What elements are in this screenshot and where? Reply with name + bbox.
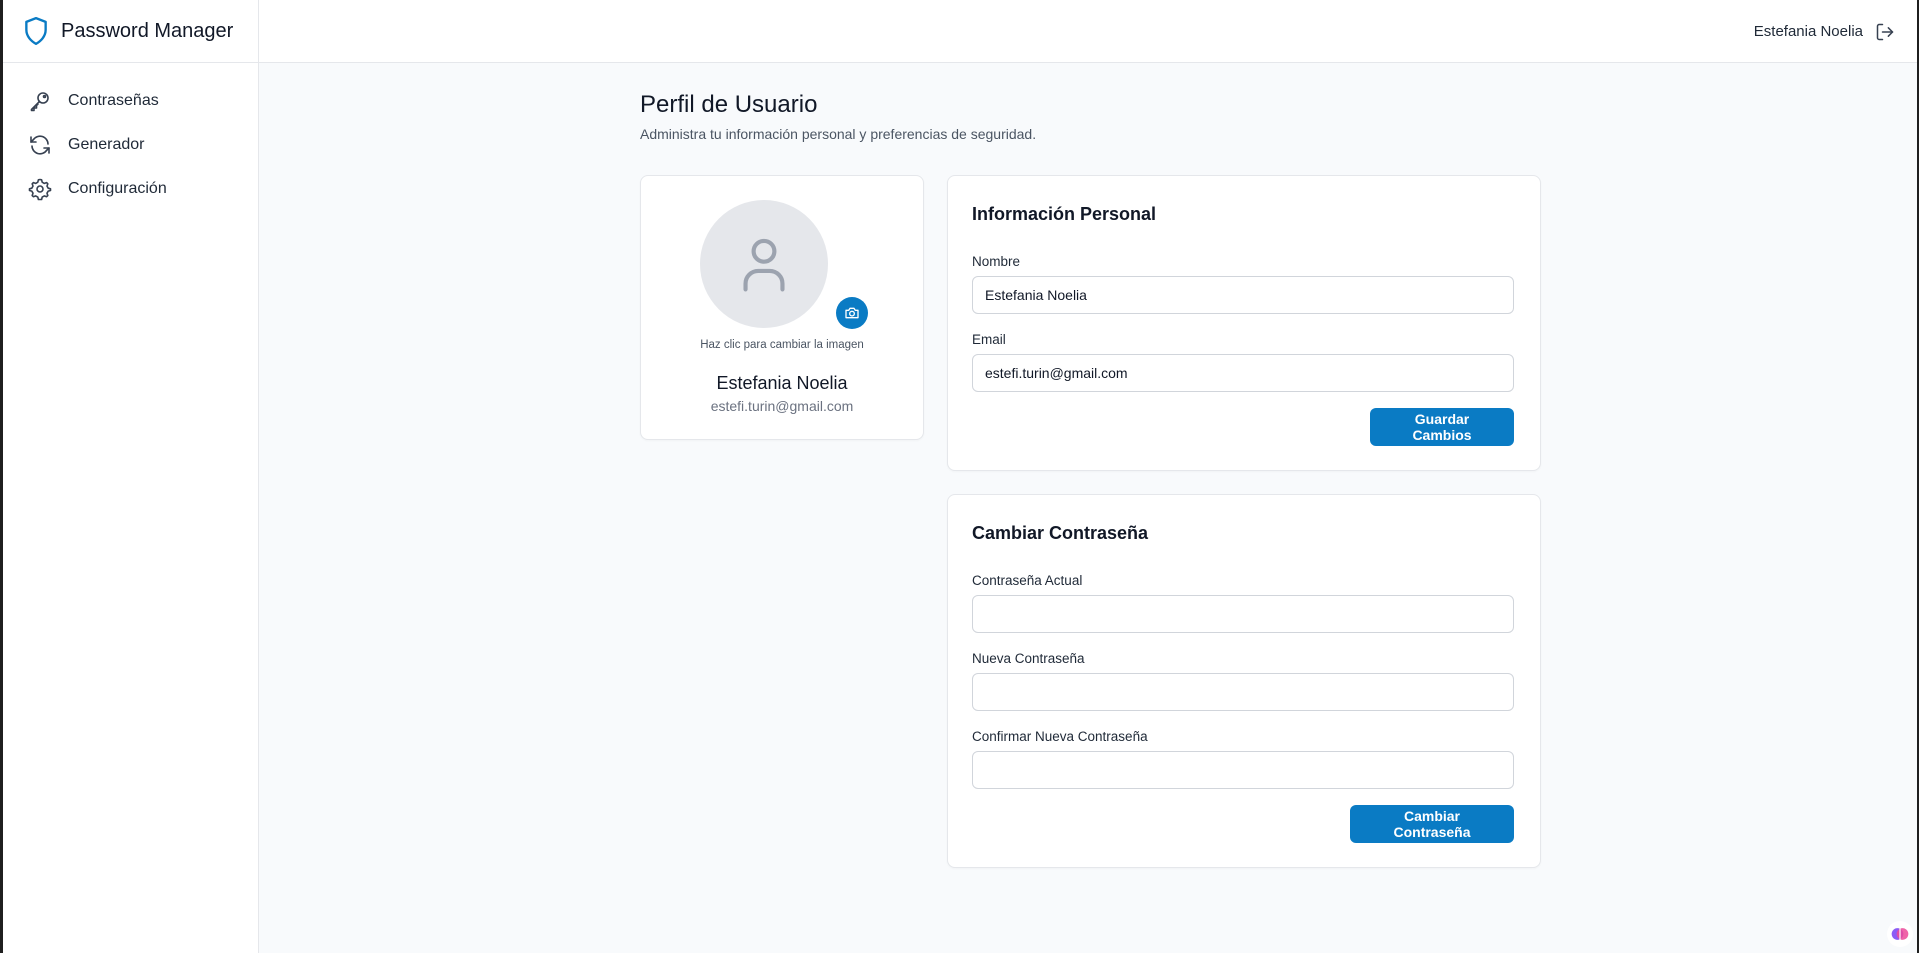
email-label: Email	[972, 332, 1006, 347]
change-avatar-button[interactable]	[836, 297, 868, 329]
current-password-field[interactable]	[972, 595, 1514, 633]
refresh-icon	[28, 133, 52, 157]
user-icon	[743, 238, 785, 292]
name-label: Nombre	[972, 254, 1021, 269]
sidebar: Password Manager Contraseñas Generador C…	[3, 0, 259, 953]
app-title: Password Manager	[61, 19, 234, 42]
confirm-password-field[interactable]	[972, 751, 1514, 789]
change-password-card: Cambiar Contraseña Contraseña Actual Nue…	[947, 494, 1541, 868]
new-password-label: Nueva Contraseña	[972, 651, 1085, 666]
user-name: Estefania Noelia	[1753, 23, 1863, 40]
change-password-button[interactable]: Cambiar Contraseña	[1350, 805, 1514, 843]
avatar-hint: Haz clic para cambiar la imagen	[700, 339, 864, 351]
gear-icon	[28, 177, 52, 201]
save-button[interactable]: Guardar Cambios	[1370, 408, 1514, 446]
logout-icon[interactable]	[1875, 22, 1895, 42]
brain-icon[interactable]	[1887, 921, 1913, 947]
page-subtitle: Administra tu información personal y pre…	[640, 126, 1037, 142]
confirm-password-label: Confirmar Nueva Contraseña	[972, 729, 1148, 744]
shield-icon	[23, 15, 51, 47]
sidebar-item-configuracion[interactable]: Configuración	[3, 167, 258, 211]
profile-email: estefi.turin@gmail.com	[710, 398, 854, 414]
personal-info-card: Información Personal Nombre Email Guarda…	[947, 175, 1541, 471]
sidebar-item-generador[interactable]: Generador	[3, 123, 258, 167]
personal-info-title: Información Personal	[972, 204, 1157, 224]
current-password-label: Contraseña Actual	[972, 573, 1083, 588]
email-field[interactable]	[972, 354, 1514, 392]
topbar: Estefania Noelia	[259, 0, 1917, 63]
avatar[interactable]	[700, 200, 828, 328]
user-menu: Estefania Noelia	[1754, 0, 1895, 63]
profile-card: Haz clic para cambiar la imagen Estefani…	[640, 175, 924, 440]
brand[interactable]: Password Manager	[3, 0, 258, 63]
sidebar-nav: Contraseñas Generador Configuración	[3, 63, 258, 211]
app-window: Password Manager Contraseñas Generador C…	[3, 0, 1917, 953]
name-field[interactable]	[972, 276, 1514, 314]
camera-icon	[845, 307, 859, 319]
key-icon	[28, 89, 52, 113]
change-password-title: Cambiar Contraseña	[972, 523, 1149, 543]
profile-name: Estefania Noelia	[716, 373, 848, 393]
sidebar-item-contrasenas[interactable]: Contraseñas	[3, 79, 258, 123]
sidebar-item-label: Configuración	[68, 180, 167, 197]
page-title: Perfil de Usuario	[640, 91, 818, 118]
new-password-field[interactable]	[972, 673, 1514, 711]
sidebar-item-label: Contraseñas	[68, 92, 159, 109]
sidebar-item-label: Generador	[68, 136, 145, 153]
